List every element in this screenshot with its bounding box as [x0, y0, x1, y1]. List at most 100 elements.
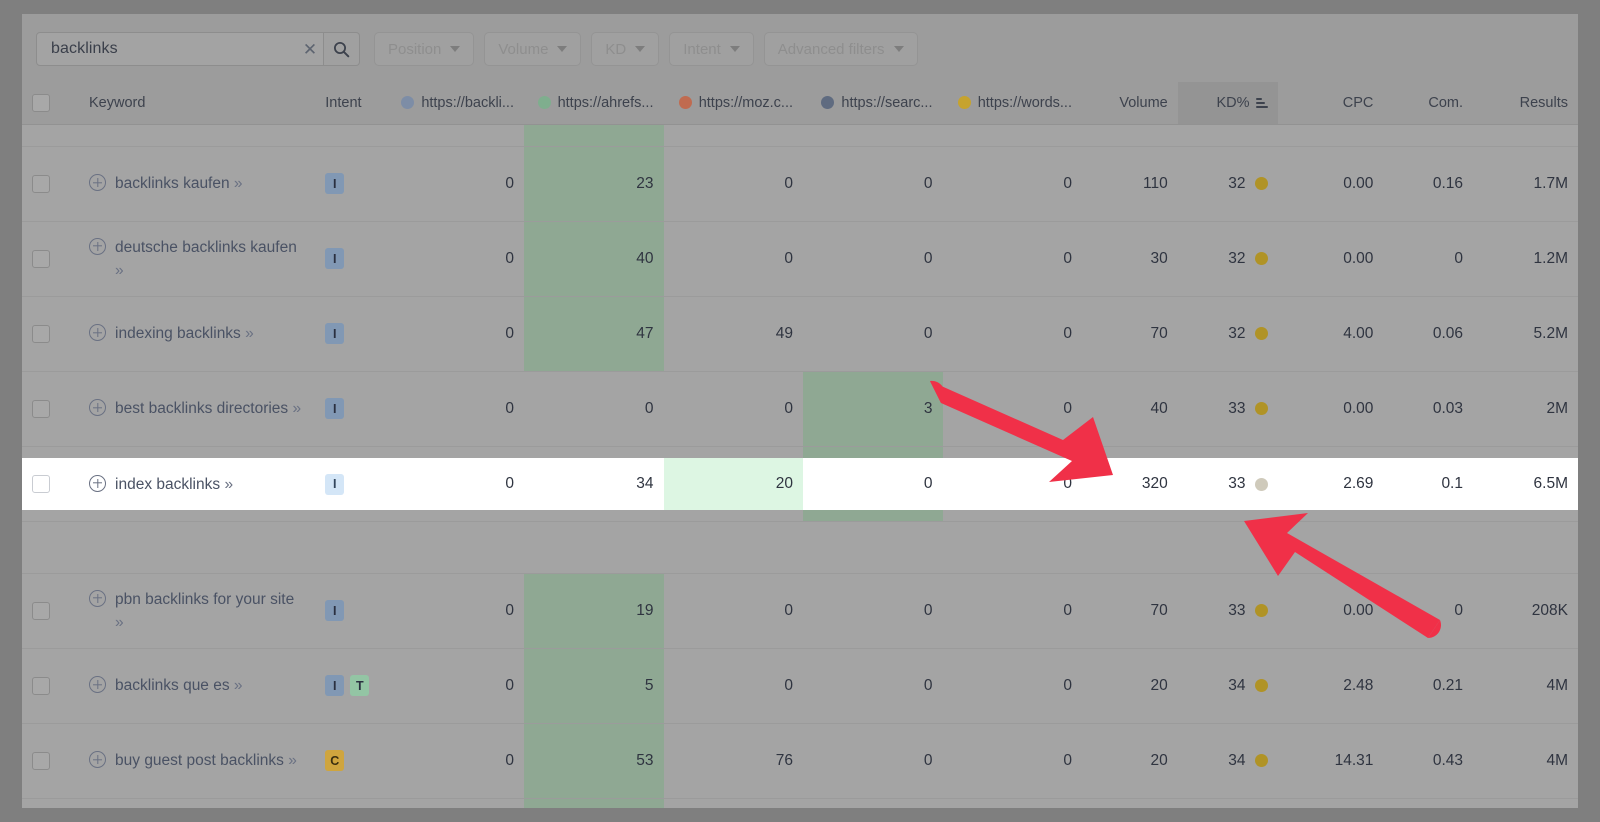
column-header-cpc[interactable]: CPC — [1277, 82, 1384, 125]
row-select-cell[interactable] — [22, 798, 80, 808]
select-all-header[interactable] — [22, 82, 80, 125]
keyword-cell-wrap[interactable]: que son los backlinks » — [79, 798, 316, 808]
row-select-cell[interactable] — [22, 648, 80, 724]
table-row[interactable]: backlinks kaufen » I 0 23 0 0 0 110 32 0.00 0.16 1.… — [22, 146, 1578, 222]
keyword-cell-wrap[interactable]: index backlinks » — [79, 458, 316, 510]
column-header-keyword[interactable]: Keyword — [79, 82, 316, 125]
keyword-link[interactable]: pbn backlinks for your site » — [115, 588, 305, 634]
keyword-cell-wrap[interactable]: backlinks kaufen » — [79, 146, 316, 222]
search-button[interactable] — [324, 32, 360, 66]
row-checkbox[interactable] — [32, 475, 50, 493]
keyword-cell-wrap[interactable]: best backlinks directories » — [79, 371, 316, 447]
intent-badge-i[interactable]: I — [325, 173, 345, 194]
row-checkbox[interactable] — [32, 399, 50, 418]
add-keyword-icon[interactable] — [89, 174, 107, 191]
intent-badges: I — [325, 398, 384, 419]
row-select-cell[interactable] — [22, 296, 80, 372]
position-cell-domain-2: 5 — [524, 648, 664, 724]
keyword-cell-wrap[interactable]: deutsche backlinks kaufen » — [79, 221, 316, 297]
intent-badge-i[interactable]: I — [325, 473, 345, 495]
column-header-domain-3[interactable]: https://moz.c... — [663, 82, 803, 125]
intent-cell: I — [315, 146, 395, 222]
row-select-cell[interactable] — [22, 146, 80, 222]
intent-badge-t[interactable]: T — [350, 675, 370, 696]
table-row[interactable]: que son los backlinks »I0300030343.040.2… — [22, 798, 1578, 808]
row-select-cell[interactable] — [22, 458, 80, 510]
add-keyword-icon[interactable] — [89, 751, 107, 768]
column-header-domain-2[interactable]: https://ahrefs... — [524, 82, 664, 125]
select-all-checkbox[interactable] — [32, 93, 50, 112]
placeholder-cell — [22, 521, 1578, 574]
table-row[interactable]: index backlinks » I 0 34 20 0 0 320 33 2.69 0.1 6.5… — [22, 458, 1578, 510]
keyword-cell: deutsche backlinks kaufen » — [89, 236, 305, 282]
intent-badge-i[interactable]: I — [325, 398, 345, 419]
filter-advanced[interactable]: Advanced filters — [763, 32, 918, 66]
intent-badge-i[interactable]: I — [325, 675, 345, 696]
filter-position[interactable]: Position — [374, 32, 475, 66]
table-header-row: Keyword Intent https://backli... https:/… — [22, 82, 1578, 125]
column-header-domain-1[interactable]: https://backli... — [394, 82, 524, 125]
kd-difficulty-dot — [1254, 402, 1268, 415]
add-keyword-icon[interactable] — [89, 237, 107, 255]
add-keyword-icon[interactable] — [89, 324, 107, 341]
column-header-com[interactable]: Com. — [1383, 82, 1473, 125]
close-icon[interactable]: ✕ — [297, 41, 323, 58]
row-select-cell[interactable] — [22, 723, 80, 799]
table-row[interactable]: indexing backlinks » I 0 47 49 0 0 70 32 4.00 0.06… — [22, 296, 1578, 372]
table-row[interactable]: pbn backlinks for your site » I 0 19 0 0 0 70 33… — [22, 573, 1578, 649]
column-header-domain-4[interactable]: https://searc... — [803, 82, 943, 125]
position-cell-domain-5: 0 — [942, 221, 1082, 297]
row-checkbox[interactable] — [32, 174, 50, 193]
intent-badge-i[interactable]: I — [325, 248, 345, 269]
row-select-cell[interactable] — [22, 371, 80, 447]
filter-intent[interactable]: Intent — [669, 32, 754, 66]
keyword-link[interactable]: buy guest post backlinks » — [115, 749, 297, 772]
filter-volume[interactable]: Volume — [484, 32, 582, 66]
row-select-cell[interactable] — [22, 221, 80, 297]
keyword-cell-wrap[interactable]: buy guest post backlinks » — [79, 723, 316, 799]
filter-kd[interactable]: KD — [591, 32, 660, 66]
add-keyword-icon[interactable] — [89, 474, 107, 492]
row-checkbox[interactable] — [32, 249, 50, 268]
kd-value: 33 — [1228, 475, 1246, 492]
column-header-volume[interactable]: Volume — [1082, 82, 1178, 125]
keyword-link[interactable]: index backlinks » — [115, 473, 233, 496]
column-header-intent[interactable]: Intent — [315, 82, 395, 125]
table-row[interactable]: best backlinks directories » I 0 0 0 3 0 40 33 0.… — [22, 371, 1578, 447]
keyword-link[interactable]: best backlinks directories » — [115, 397, 301, 420]
cpc-cell: 4.00 — [1277, 296, 1384, 372]
keywords-table-container[interactable]: Keyword Intent https://backli... https:/… — [22, 82, 1578, 808]
sort-ascending-icon[interactable] — [1255, 97, 1268, 108]
row-checkbox[interactable] — [32, 676, 50, 695]
add-keyword-icon[interactable] — [89, 399, 107, 416]
keyword-cell-wrap[interactable]: pbn backlinks for your site » — [79, 573, 316, 649]
search-input[interactable]: backlinks ✕ — [36, 32, 324, 66]
row-checkbox[interactable] — [32, 324, 50, 343]
keyword-link[interactable]: backlinks kaufen » — [115, 172, 242, 195]
keyword-link[interactable]: deutsche backlinks kaufen » — [115, 236, 305, 282]
keyword-cell-wrap[interactable]: backlinks que es » — [79, 648, 316, 724]
column-header-kd[interactable]: KD% — [1177, 82, 1278, 125]
chevron-down-icon — [450, 46, 461, 52]
add-keyword-icon[interactable] — [89, 676, 107, 693]
highlighted-table-row[interactable]: index backlinks » I 0 34 20 0 0 320 33 2.69 0.1 6.5… — [22, 458, 1578, 510]
keyword-cell-wrap[interactable]: indexing backlinks » — [79, 296, 316, 372]
table-row[interactable]: buy guest post backlinks » C 0 53 76 0 0 20 34 14… — [22, 723, 1578, 799]
table-row[interactable]: deutsche backlinks kaufen » I 0 40 0 0 0 30 32 0.… — [22, 221, 1578, 297]
intent-badge-c[interactable]: C — [325, 750, 345, 771]
table-row-partial[interactable] — [22, 124, 1578, 147]
chevron-double-right-icon: » — [245, 325, 254, 342]
toolbar: backlinks ✕ Position Volume KD Intent Ad… — [22, 14, 1578, 82]
row-checkbox[interactable] — [32, 751, 50, 770]
intent-badge-i[interactable]: I — [325, 323, 345, 344]
intent-badge-i[interactable]: I — [325, 600, 345, 621]
keyword-link[interactable]: indexing backlinks » — [115, 322, 254, 345]
row-select-cell[interactable] — [22, 573, 80, 649]
keyword-link[interactable]: backlinks que es » — [115, 674, 242, 697]
add-keyword-icon[interactable] — [89, 589, 107, 607]
row-checkbox[interactable] — [32, 601, 50, 620]
table-row[interactable]: backlinks que es » I T 0 5 0 0 0 20 34 2.48 0.21 4M — [22, 648, 1578, 724]
column-header-results[interactable]: Results — [1473, 82, 1578, 125]
intent-badges: I — [325, 600, 384, 621]
column-header-domain-5[interactable]: https://words... — [942, 82, 1082, 125]
